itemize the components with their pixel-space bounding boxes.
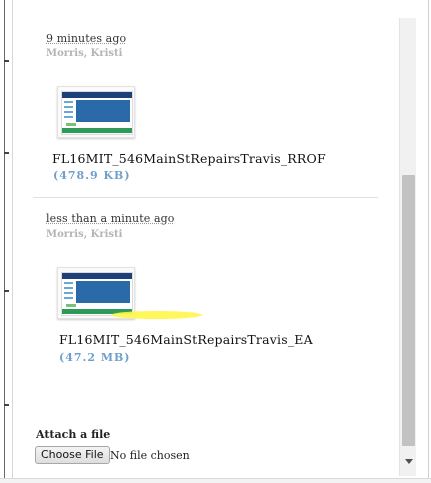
choose-file-button[interactable]: Choose File [35,446,110,464]
attachment-timestamp: less than a minute ago [46,212,175,225]
right-border-line [428,0,429,482]
file-status-text: No file chosen [110,449,190,462]
left-border-line [4,0,5,482]
edge-mark [4,152,9,154]
highlight-mark [111,311,202,319]
attachment-author: Morris, Kristi [46,48,123,59]
slide-map-block [76,281,130,303]
edge-mark [4,60,9,62]
slide-bullets [64,101,73,121]
edge-mark [4,290,9,292]
slide-header [62,273,132,279]
attachment-thumbnail[interactable] [57,86,135,138]
attachment-author: Morris, Kristi [46,229,123,240]
slide-preview [61,272,133,316]
attachment-filename-link[interactable]: FL16MIT_546MainStRepairsTravis_RROF [52,151,326,166]
window-right-edge [416,0,431,482]
slide-preview [61,91,133,135]
slide-marker [66,123,76,126]
slide-map-block [76,100,130,122]
attachment-filesize: (478.9 KB) [53,169,131,182]
slide-marker [66,304,76,307]
attach-file-label: Attach a file [36,428,111,441]
slide-footer [62,128,132,133]
slide-header [62,92,132,98]
scroll-down-arrow-icon[interactable] [405,459,413,464]
vertical-scrollbar[interactable] [399,18,417,476]
window-bottom-edge [0,478,431,483]
attachment-divider [33,197,378,198]
scrollbar-thumb[interactable] [402,175,415,446]
attachment-timestamp: 9 minutes ago [46,32,127,45]
attachment-filesize: (47.2 MB) [59,351,131,364]
window-left-edge [0,0,13,482]
attachment-filename-link[interactable]: FL16MIT_546MainStRepairsTravis_EA [59,332,313,347]
slide-bullets [64,282,73,302]
edge-mark [4,404,9,406]
